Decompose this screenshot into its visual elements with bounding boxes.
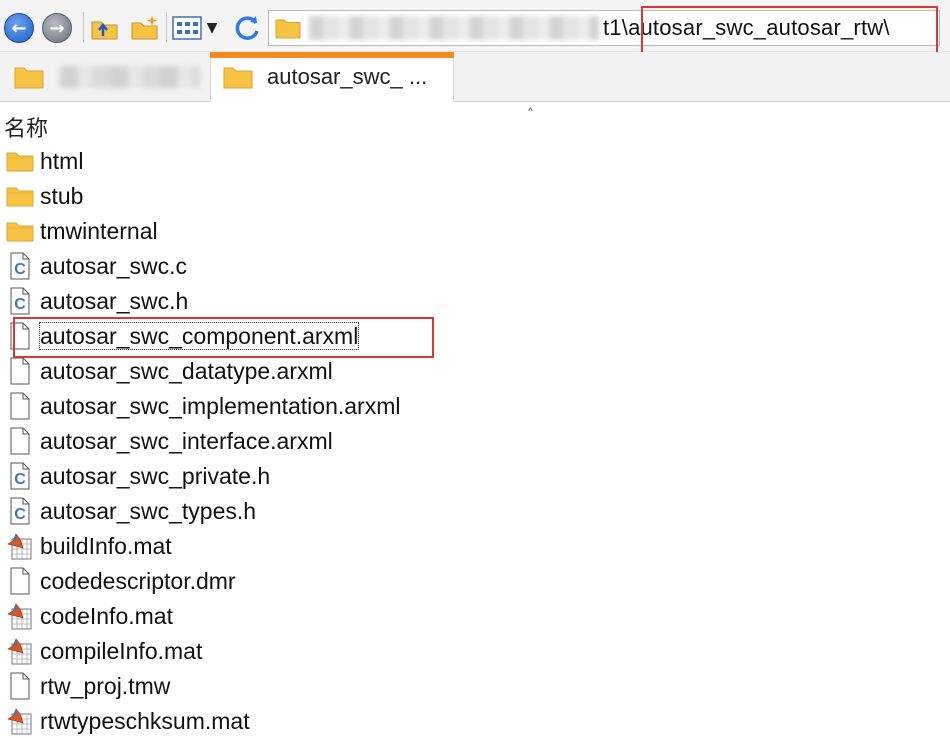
- c-file-icon: C: [6, 251, 34, 281]
- view-button[interactable]: [170, 11, 204, 45]
- svg-text:C: C: [14, 471, 26, 488]
- file-name: buildInfo.mat: [40, 532, 172, 559]
- file-row[interactable]: tmwinternal: [0, 213, 950, 248]
- view-dropdown-button[interactable]: ▼: [202, 11, 222, 45]
- folder-icon: [6, 181, 34, 211]
- file-row[interactable]: Cautosar_swc_private.h: [0, 458, 950, 493]
- file-icon: [6, 391, 34, 421]
- file-name: autosar_swc_component.arxml: [38, 321, 360, 350]
- file-icon: [6, 356, 34, 386]
- file-name: codedescriptor.dmr: [40, 567, 236, 594]
- file-name: autosar_swc.h: [40, 287, 189, 314]
- toolbar: ← → ▼ t1\ autosar_swc_autosar_rtw\: [0, 0, 950, 57]
- mat-file-icon: [6, 601, 34, 631]
- file-name: autosar_swc_private.h: [40, 462, 271, 489]
- file-name: autosar_swc_types.h: [40, 497, 257, 524]
- file-icon: [6, 566, 34, 596]
- file-list: ˄ 名称 html stub tmwinternal Cautosar_swc.c Ca…: [0, 103, 950, 738]
- sort-ascending-icon: ˄: [527, 107, 534, 123]
- file-row[interactable]: stub: [0, 178, 950, 213]
- folder-icon: [6, 146, 34, 176]
- arrow-right-icon: →: [42, 13, 72, 43]
- new-folder-icon: [131, 16, 158, 40]
- svg-text:C: C: [14, 261, 26, 278]
- file-row[interactable]: buildInfo.mat: [0, 528, 950, 563]
- folder-icon: [275, 19, 301, 39]
- file-name: autosar_swc_datatype.arxml: [40, 357, 333, 384]
- file-icon: [6, 321, 34, 351]
- file-name: autosar_swc_implementation.arxml: [40, 392, 401, 419]
- file-name: autosar_swc.c: [40, 252, 188, 279]
- file-row[interactable]: autosar_swc_interface.arxml: [0, 423, 950, 458]
- file-row[interactable]: Cautosar_swc.h: [0, 283, 950, 318]
- forward-button[interactable]: →: [40, 11, 74, 45]
- tab-strip: autosar_swc_ ...: [0, 52, 950, 102]
- address-path-end: t1\: [603, 15, 629, 40]
- file-row[interactable]: codeInfo.mat: [0, 598, 950, 633]
- mat-file-icon: [6, 706, 34, 736]
- file-row[interactable]: html: [0, 143, 950, 178]
- folder-icon: [6, 216, 34, 246]
- address-path-highlighted: autosar_swc_autosar_rtw\: [628, 15, 890, 40]
- tab-active[interactable]: autosar_swc_ ...: [210, 52, 454, 102]
- svg-text:C: C: [14, 296, 26, 313]
- new-folder-button[interactable]: [128, 11, 162, 45]
- view-grid-icon: [172, 16, 202, 40]
- file-name: html: [40, 147, 84, 174]
- address-redacted: [309, 16, 599, 40]
- tab-redacted-label: [60, 66, 200, 88]
- file-icon: [6, 426, 34, 456]
- up-folder-icon: [91, 21, 118, 40]
- folder-icon: [14, 67, 44, 89]
- file-rows: html stub tmwinternal Cautosar_swc.c Cautosa…: [0, 143, 950, 738]
- tab-inactive[interactable]: [4, 52, 204, 102]
- file-name: stub: [40, 182, 84, 209]
- c-file-icon: C: [6, 461, 34, 491]
- file-row[interactable]: rtw_proj.tmw: [0, 668, 950, 703]
- address-bar[interactable]: t1\ autosar_swc_autosar_rtw\: [268, 10, 940, 46]
- c-file-icon: C: [6, 496, 34, 526]
- tab-label: autosar_swc_ ...: [267, 64, 428, 89]
- file-name: compileInfo.mat: [40, 637, 203, 664]
- column-header-name[interactable]: 名称: [4, 111, 48, 143]
- refresh-button[interactable]: [230, 11, 264, 45]
- chevron-down-icon: ▼: [206, 20, 218, 36]
- file-row[interactable]: Cautosar_swc_types.h: [0, 493, 950, 528]
- toolbar-separator: [83, 12, 84, 42]
- file-icon: [6, 671, 34, 701]
- file-row[interactable]: rtwtypeschksum.mat: [0, 703, 950, 738]
- file-row[interactable]: compileInfo.mat: [0, 633, 950, 668]
- c-file-icon: C: [6, 286, 34, 316]
- mat-file-icon: [6, 636, 34, 666]
- file-row[interactable]: Cautosar_swc.c: [0, 248, 950, 283]
- file-explorer-window: ← → ▼ t1\ autosar_swc_autosar_rtw\ autos…: [0, 0, 950, 738]
- up-folder-button[interactable]: [88, 11, 122, 45]
- file-name: autosar_swc_interface.arxml: [40, 427, 333, 454]
- mat-file-icon: [6, 531, 34, 561]
- svg-text:C: C: [14, 506, 26, 523]
- file-name: tmwinternal: [40, 217, 158, 244]
- file-row[interactable]: autosar_swc_component.arxml: [0, 318, 950, 353]
- refresh-icon: [235, 16, 259, 40]
- file-name: rtw_proj.tmw: [40, 672, 171, 699]
- file-name: codeInfo.mat: [40, 602, 173, 629]
- file-row[interactable]: codedescriptor.dmr: [0, 563, 950, 598]
- back-button[interactable]: ←: [2, 11, 36, 45]
- toolbar-separator: [166, 12, 167, 42]
- file-name: rtwtypeschksum.mat: [40, 707, 250, 734]
- file-row[interactable]: autosar_swc_implementation.arxml: [0, 388, 950, 423]
- arrow-left-icon: ←: [4, 13, 34, 43]
- file-row[interactable]: autosar_swc_datatype.arxml: [0, 353, 950, 388]
- folder-icon: [223, 67, 253, 89]
